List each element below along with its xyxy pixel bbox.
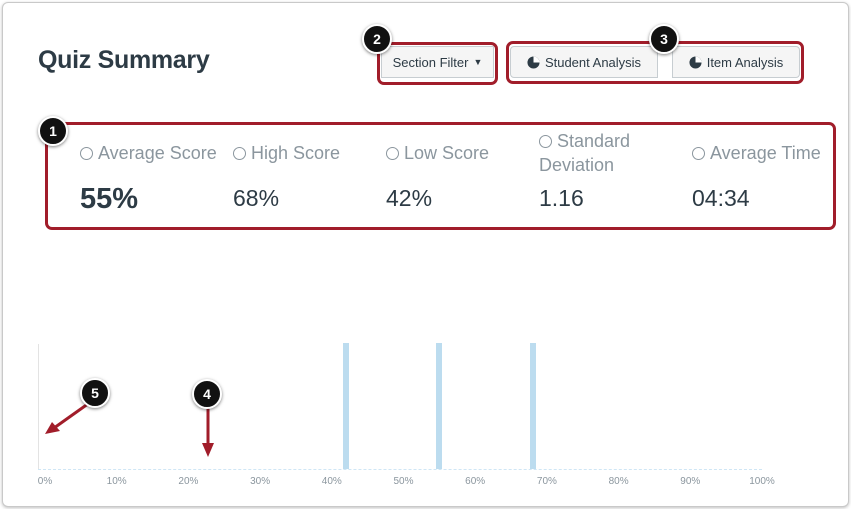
stat-value: 04:34 xyxy=(692,185,750,211)
callout-section-filter xyxy=(377,42,498,85)
x-tick-label: 100% xyxy=(749,476,775,487)
x-tick-label: 90% xyxy=(680,476,701,487)
clock-icon xyxy=(692,147,705,160)
callout-badge-2: 2 xyxy=(362,24,392,54)
x-tick-label: 20% xyxy=(178,476,199,487)
x-tick-label: 10% xyxy=(106,476,127,487)
stat-label: Average Score xyxy=(98,143,217,163)
low-score-icon xyxy=(386,147,399,160)
stat-label: Standard xyxy=(557,131,631,151)
stat-value: 68% xyxy=(233,185,280,211)
high-score-icon xyxy=(233,147,246,160)
stat-average-time: Average Time 04:34 xyxy=(692,141,821,212)
callout-badge-4: 4 xyxy=(192,379,222,409)
chart-y-axis xyxy=(38,344,39,470)
stat-standard-deviation: Standard Deviation 1.16 xyxy=(539,129,630,212)
stat-value: 55% xyxy=(80,183,139,215)
stat-low-score: Low Score 42% xyxy=(386,141,489,212)
x-tick-label: 50% xyxy=(393,476,414,487)
chart-baseline xyxy=(38,469,762,470)
stat-label-line2: Deviation xyxy=(539,155,615,175)
x-tick-label: 40% xyxy=(321,476,342,487)
stat-value: 42% xyxy=(386,185,433,211)
stat-value: 1.16 xyxy=(539,185,584,211)
callout-badge-3: 3 xyxy=(649,24,679,54)
x-tick-label: 30% xyxy=(250,476,271,487)
chart-bar xyxy=(343,343,350,469)
callout-badge-5: 5 xyxy=(80,378,110,408)
stat-high-score: High Score 68% xyxy=(233,141,340,212)
page-title: Quiz Summary xyxy=(38,46,210,74)
stat-label: High Score xyxy=(251,143,341,163)
x-tick-label: 80% xyxy=(608,476,629,487)
stat-average-score: Average Score 55% xyxy=(80,141,217,216)
stat-label: Low Score xyxy=(404,143,490,163)
deviation-icon xyxy=(539,135,552,148)
arrow-4-icon xyxy=(202,405,214,457)
x-tick-label: 60% xyxy=(465,476,486,487)
chart-bar xyxy=(436,343,443,469)
stat-label: Average Time xyxy=(710,143,821,163)
callout-badge-1: 1 xyxy=(38,116,68,146)
average-icon xyxy=(80,147,93,160)
x-tick-label: 0% xyxy=(37,476,53,487)
chart-bar xyxy=(529,343,536,469)
x-tick-label: 70% xyxy=(536,476,557,487)
